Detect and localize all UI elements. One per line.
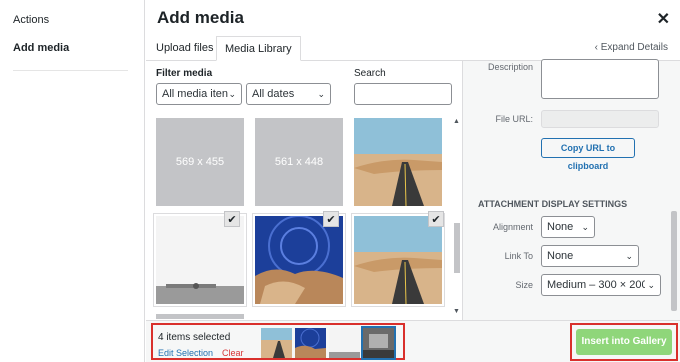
filter-media-label: Filter media (156, 68, 213, 79)
search-label: Search (354, 68, 386, 79)
description-label: Description (487, 62, 533, 72)
road-image (354, 118, 442, 206)
size-value: Medium – 300 × 200 (547, 279, 648, 291)
insert-highlight: Insert into Gallery (570, 323, 678, 361)
media-thumb-partial[interactable] (156, 314, 244, 319)
alignment-value: None (547, 221, 574, 233)
dates-value: All dates (252, 88, 295, 100)
search-input[interactable] (354, 83, 452, 105)
selection-thumb-landscape[interactable] (329, 328, 360, 358)
media-modal: Add media ✕ Upload files Media Library ‹… (146, 0, 680, 362)
sidebar-item-actions[interactable]: Actions (13, 14, 49, 26)
size-label: Size (515, 280, 533, 290)
scrollbar-thumb[interactable] (454, 223, 460, 273)
sidebar-item-add-media[interactable]: Add media (13, 42, 69, 54)
sidebar: Actions Add media (0, 0, 145, 362)
description-field[interactable] (541, 59, 659, 99)
expand-details-label: Expand Details (600, 42, 668, 53)
check-icon[interactable]: ✔ (428, 211, 444, 227)
selected-count: 4 items selected (158, 332, 231, 343)
grayscale-image (363, 328, 394, 358)
close-icon[interactable]: ✕ (657, 9, 670, 29)
insert-into-gallery-button[interactable]: Insert into Gallery (576, 329, 672, 355)
scroll-up-icon[interactable]: ▲ (453, 118, 460, 125)
modal-title: Add media (157, 8, 244, 27)
media-thumb-placeholder[interactable]: 561 x 448 (255, 118, 343, 206)
sidebar-divider (13, 70, 128, 71)
edit-selection-link[interactable]: Edit Selection (158, 348, 213, 358)
road-image (354, 216, 442, 304)
selection-thumb-current[interactable] (361, 326, 396, 360)
chevron-down-icon: ⌄ (317, 89, 325, 99)
media-thumb-star-trails[interactable] (253, 214, 345, 306)
alignment-label: Alignment (492, 222, 533, 232)
scroll-down-icon[interactable]: ▼ (453, 308, 460, 315)
attachment-details: Description File URL: Copy URL to clipbo… (462, 59, 680, 320)
landscape-image (329, 328, 360, 358)
selection-highlight: 4 items selected Edit Selection Clear (151, 323, 405, 360)
check-icon[interactable]: ✔ (224, 211, 240, 227)
chevron-down-icon: ⌄ (623, 246, 633, 266)
display-settings-title: ATTACHMENT DISPLAY SETTINGS (478, 199, 628, 209)
chevron-down-icon: ⌄ (579, 217, 589, 237)
chevron-down-icon: ⌄ (645, 275, 655, 295)
clear-selection-link[interactable]: Clear (222, 348, 244, 358)
tab-media-library[interactable]: Media Library (216, 36, 301, 61)
media-type-select[interactable]: All media iten ⌄ (156, 83, 242, 105)
media-scrollbar[interactable]: ▲ ▼ (453, 118, 461, 318)
media-footer: 4 items selected Edit Selection Clear In… (146, 320, 680, 362)
link-to-label: Link To (504, 251, 533, 261)
star-trails-image (255, 216, 343, 304)
details-scrollbar[interactable] (671, 211, 677, 311)
alignment-select[interactable]: None ⌄ (541, 216, 595, 238)
media-grid: 569 x 455 561 x 448 ✔ ✔ ✔ (146, 115, 464, 319)
selection-thumb-star-trails[interactable] (295, 328, 326, 358)
file-url-field[interactable] (541, 110, 659, 128)
media-type-value: All media iten (162, 88, 229, 100)
media-thumb-placeholder[interactable]: 569 x 455 (156, 118, 244, 206)
road-image (261, 328, 292, 358)
selection-thumb-road[interactable] (261, 328, 292, 358)
landscape-image (156, 216, 244, 304)
link-to-value: None (547, 250, 574, 262)
file-url-label: File URL: (495, 114, 533, 124)
star-trails-image (295, 328, 326, 358)
copy-url-button[interactable]: Copy URL to clipboard (541, 138, 635, 171)
chevron-down-icon: ⌄ (228, 89, 236, 99)
link-to-select[interactable]: None ⌄ (541, 245, 639, 267)
tab-upload-files[interactable]: Upload files (148, 36, 221, 61)
dates-select[interactable]: All dates ⌄ (246, 83, 331, 105)
media-thumb-road[interactable] (354, 118, 442, 206)
size-select[interactable]: Medium – 300 × 200 ⌄ (541, 274, 661, 296)
media-thumb-landscape-white[interactable] (154, 214, 246, 306)
media-thumb-road-selected[interactable] (352, 214, 444, 306)
check-icon[interactable]: ✔ (323, 211, 339, 227)
media-tabs: Upload files Media Library ‹ Expand Deta… (146, 36, 680, 61)
chevron-left-icon: ‹ (594, 42, 598, 53)
expand-details-link[interactable]: ‹ Expand Details (595, 42, 668, 53)
